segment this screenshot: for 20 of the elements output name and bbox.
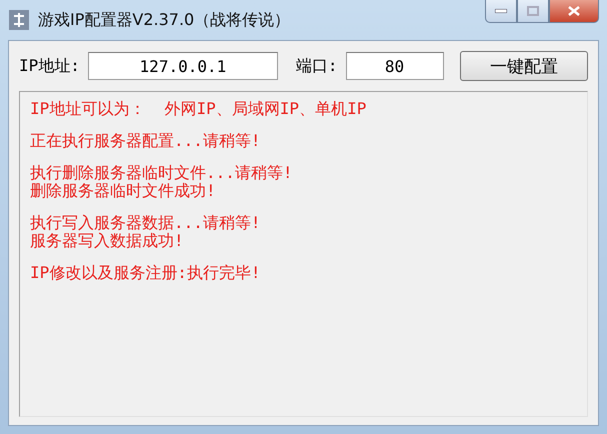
maximize-button[interactable]	[517, 0, 549, 23]
close-icon	[568, 6, 580, 16]
configure-button[interactable]: 一键配置	[460, 51, 588, 81]
log-line: 正在执行服务器配置...请稍等!	[30, 132, 262, 150]
minimize-icon	[495, 9, 507, 13]
ip-label: IP地址:	[19, 56, 80, 76]
log-line: 删除服务器临时文件成功!	[30, 182, 217, 200]
close-button[interactable]	[549, 0, 599, 23]
port-field[interactable]: 80	[346, 52, 444, 80]
minimize-button[interactable]	[485, 0, 517, 23]
maximize-icon	[527, 6, 539, 16]
window-title: 游戏IP配置器V2.37.0（战将传说）	[38, 10, 292, 30]
log-line: IP地址可以为： 外网IP、局域网IP、单机IP	[30, 100, 368, 118]
log-line: IP修改以及服务注册:执行完毕!	[30, 264, 262, 282]
log-line: 执行删除服务器临时文件...请稍等!	[30, 164, 294, 182]
port-label: 端口:	[296, 56, 338, 76]
log-line: 服务器写入数据成功!	[30, 232, 185, 250]
app-icon	[8, 9, 30, 31]
ip-field[interactable]: 127.0.0.1	[88, 52, 278, 80]
log-line: 执行写入服务器数据...请稍等!	[30, 214, 262, 232]
